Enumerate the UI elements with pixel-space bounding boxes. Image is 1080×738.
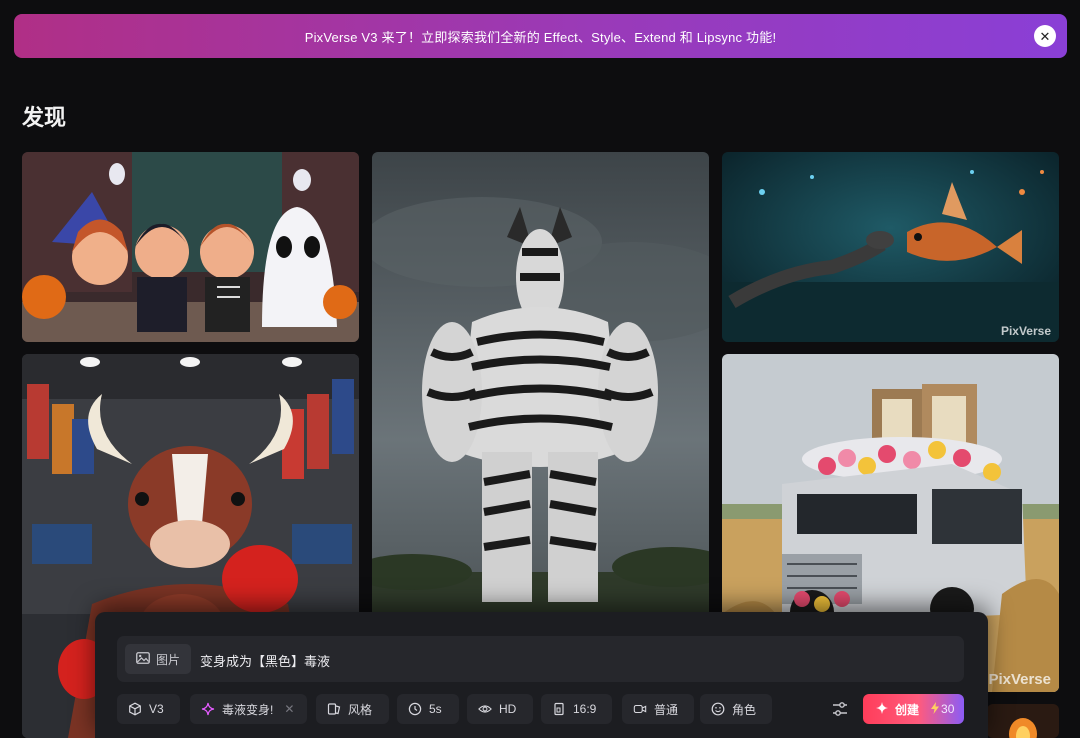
duration-select[interactable]: 5s xyxy=(397,694,459,724)
partial-image xyxy=(987,704,1059,738)
clock-icon xyxy=(408,702,422,716)
cube-icon xyxy=(128,702,142,716)
prompt-input[interactable]: 变身成为【黑色】毒液 xyxy=(200,651,330,670)
zebra-image xyxy=(372,152,709,632)
page-title: 发现 xyxy=(22,105,67,130)
close-icon[interactable]: ✕ xyxy=(1034,25,1056,47)
image-upload-label: 图片 xyxy=(156,652,181,667)
motion-label: 普通 xyxy=(654,702,679,717)
motion-select[interactable]: 普通 xyxy=(622,694,694,724)
settings-sliders-icon[interactable] xyxy=(830,700,850,718)
create-button[interactable]: 创建 30 xyxy=(863,694,964,724)
credit-value: 30 xyxy=(941,702,955,716)
ratio-select[interactable]: 16:9 xyxy=(541,694,612,724)
remove-effect-icon[interactable]: ✕ xyxy=(284,702,294,716)
watermark: PixVerse xyxy=(1000,324,1051,338)
announcement-banner: PixVerse V3 来了！立即探索我们全新的 Effect、Style、Ex… xyxy=(14,14,1067,58)
model-select[interactable]: V3 xyxy=(117,694,180,724)
image-icon xyxy=(136,651,150,667)
ratio-icon xyxy=(552,702,566,716)
ratio-label: 16:9 xyxy=(573,702,597,716)
watermark: PixVerse xyxy=(988,671,1051,688)
gallery-tile-zebra[interactable] xyxy=(372,152,709,632)
style-icon xyxy=(327,702,341,716)
image-upload-button[interactable]: 图片 xyxy=(125,644,192,674)
sparkle-icon xyxy=(875,701,889,718)
effect-label: 毒液变身! xyxy=(222,702,274,717)
gallery-tile-snake-fish[interactable]: PixVerse xyxy=(722,152,1059,342)
quality-select[interactable]: HD xyxy=(467,694,533,724)
eye-icon xyxy=(478,702,492,716)
style-label: 风格 xyxy=(348,702,373,717)
character-select[interactable]: 角色 xyxy=(700,694,772,724)
create-label: 创建 xyxy=(895,702,920,717)
quality-label: HD xyxy=(499,702,517,716)
effect-chip[interactable]: 毒液变身! ✕ xyxy=(190,694,307,724)
duration-label: 5s xyxy=(429,702,442,716)
model-label: V3 xyxy=(149,702,164,716)
halloween-image xyxy=(22,152,359,342)
character-label: 角色 xyxy=(732,702,757,717)
banner-text: PixVerse V3 来了！立即探索我们全新的 Effect、Style、Ex… xyxy=(304,29,777,45)
prompt-box[interactable]: 图片 变身成为【黑色】毒液 xyxy=(117,636,964,682)
sparkle-icon xyxy=(201,702,215,716)
gallery-tile-halloween[interactable] xyxy=(22,152,359,342)
style-select[interactable]: 风格 xyxy=(316,694,389,724)
snake-fish-image xyxy=(722,152,1059,342)
camera-motion-icon xyxy=(633,702,647,716)
smile-icon xyxy=(711,702,725,716)
lightning-icon xyxy=(931,701,940,717)
create-panel: 图片 变身成为【黑色】毒液 V3 毒液变身! ✕ 风格 5s HD 16:9 普… xyxy=(95,612,988,738)
gallery-tile-partial[interactable] xyxy=(987,704,1059,738)
credit-count: 30 xyxy=(931,701,955,717)
